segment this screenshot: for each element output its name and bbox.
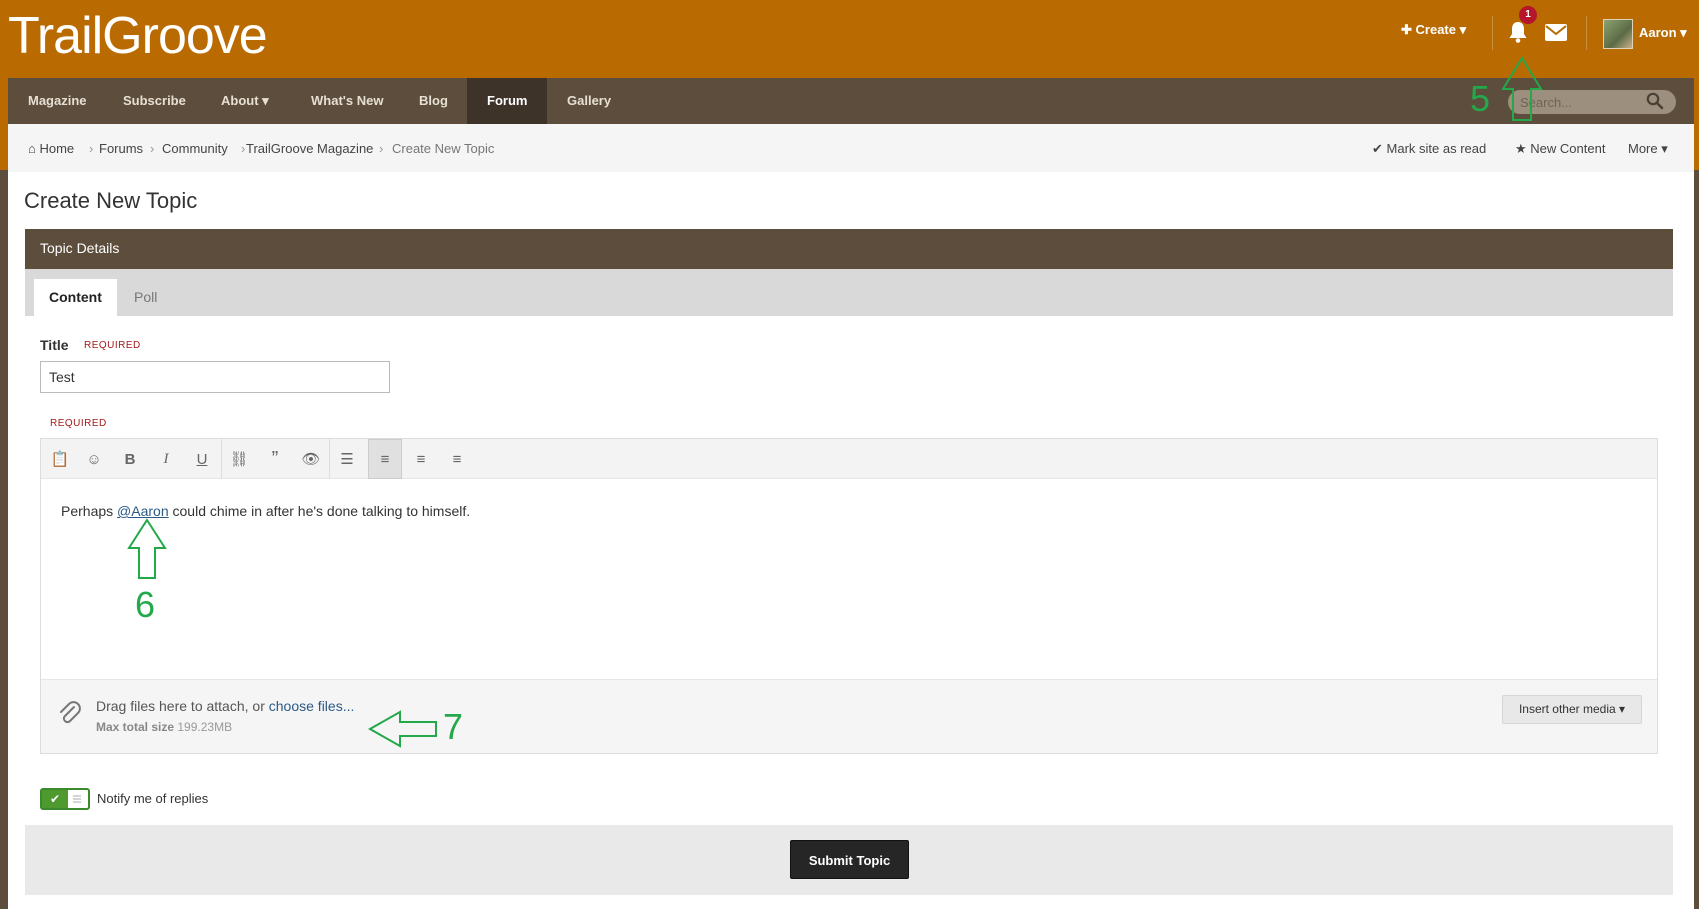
chevron-right-icon: › <box>379 141 384 156</box>
caret-down-icon: ▾ <box>258 93 269 108</box>
avatar[interactable] <box>1603 19 1633 49</box>
title-label: Title <box>40 337 69 353</box>
breadcrumb-home[interactable]: ⌂ Home <box>28 141 74 156</box>
main-nav: Magazine Subscribe About ▾ What's New Bl… <box>8 78 1694 124</box>
tab-bar: Content Poll <box>25 269 1673 316</box>
star-icon: ★ <box>1515 141 1531 156</box>
chevron-right-icon: › <box>150 141 155 156</box>
home-icon: ⌂ <box>28 141 40 156</box>
more-menu-button[interactable]: More ▾ <box>1628 141 1668 157</box>
editor-toolbar: 📋 ☺ B I U ⛓ ” 👁 ☰ ≡ ≡ ≡ <box>41 439 1657 479</box>
paperclip-icon <box>60 701 81 724</box>
quote-icon[interactable]: ” <box>258 439 292 479</box>
nav-item-forum[interactable]: Forum <box>467 78 548 124</box>
mark-site-read-label: Mark site as read <box>1386 141 1487 156</box>
attach-instructions: Drag files here to attach, or choose fil… <box>96 698 354 714</box>
create-label: Create <box>1415 22 1456 37</box>
editor-text-suffix: could chime in after he's done talking t… <box>168 503 471 519</box>
breadcrumb: ⌂ Home › Forums › Community › TrailGroov… <box>8 124 1694 172</box>
breadcrumb-forums[interactable]: Forums <box>99 141 143 156</box>
max-size-info: Max total size 199.23MB <box>96 720 232 734</box>
align-left-icon[interactable]: ≡ <box>368 439 402 479</box>
tab-content[interactable]: Content <box>34 279 117 316</box>
annotation-arrow-up-icon <box>127 518 167 579</box>
annotation-number-5: 5 <box>1470 78 1491 119</box>
emoji-icon[interactable]: ☺ <box>77 439 111 479</box>
more-label: More <box>1628 141 1658 156</box>
chevron-right-icon: › <box>241 141 246 156</box>
caret-down-icon: ▾ <box>1615 702 1626 716</box>
editor-text-prefix: Perhaps <box>61 503 118 519</box>
bullet-list-icon[interactable]: ☰ <box>330 439 364 479</box>
user-menu-button[interactable]: Aaron ▾ <box>1639 25 1687 41</box>
nav-item-whats-new[interactable]: What's New <box>291 78 403 124</box>
link-icon[interactable]: ⛓ <box>222 439 256 479</box>
header-divider <box>1586 16 1587 50</box>
nav-item-subscribe[interactable]: Subscribe <box>103 78 206 124</box>
new-content-label: New Content <box>1530 141 1606 156</box>
choose-files-link[interactable]: choose files... <box>269 698 355 714</box>
underline-icon[interactable]: U <box>185 439 219 479</box>
attach-text: Drag files here to attach, or <box>96 698 269 714</box>
tab-poll[interactable]: Poll <box>119 279 172 316</box>
italic-icon[interactable]: I <box>149 439 183 479</box>
page-title: Create New Topic <box>24 188 198 213</box>
mark-site-read-link[interactable]: ✔ Mark site as read <box>1372 141 1486 157</box>
bold-icon[interactable]: B <box>113 439 147 479</box>
nav-item-about[interactable]: About ▾ <box>201 78 289 124</box>
submit-topic-button[interactable]: Submit Topic <box>790 840 909 879</box>
preview-eye-icon[interactable]: 👁 <box>294 439 328 479</box>
user-mention-link[interactable]: @Aaron <box>117 503 169 519</box>
annotation-number-6: 6 <box>135 584 156 625</box>
header-divider <box>1492 16 1493 50</box>
create-menu-button[interactable]: ✚ Create ▾ <box>1401 22 1466 38</box>
search-icon[interactable] <box>1646 92 1664 110</box>
envelope-icon[interactable] <box>1545 24 1567 41</box>
content-editor[interactable]: 📋 ☺ B I U ⛓ ” 👁 ☰ ≡ ≡ ≡ Perhaps @Aaron c… <box>40 438 1658 754</box>
panel-header: Topic Details <box>25 229 1673 269</box>
insert-media-button[interactable]: Insert other media ▾ <box>1502 695 1642 724</box>
nav-item-about-label: About <box>221 93 259 108</box>
title-input[interactable] <box>40 361 390 393</box>
required-tag: REQUIRED <box>50 418 107 429</box>
user-name-label: Aaron <box>1639 25 1677 40</box>
check-icon: ✔ <box>1372 141 1387 156</box>
insert-media-label: Insert other media <box>1518 702 1616 716</box>
attachment-area[interactable]: Drag files here to attach, or choose fil… <box>41 679 1657 753</box>
max-size-value: 199.23MB <box>177 720 233 734</box>
annotation-arrow-up-icon <box>1501 56 1543 121</box>
toggle-handle-icon <box>73 795 81 803</box>
plus-icon: ✚ <box>1401 22 1416 37</box>
nav-item-blog[interactable]: Blog <box>399 78 468 124</box>
paste-icon[interactable]: 📋 <box>43 439 77 479</box>
align-right-icon[interactable]: ≡ <box>440 439 474 479</box>
annotation-arrow-left-icon <box>367 710 437 748</box>
nav-item-gallery[interactable]: Gallery <box>547 78 631 124</box>
nav-item-magazine[interactable]: Magazine <box>8 78 107 124</box>
breadcrumb-home-label: Home <box>39 141 75 156</box>
check-icon: ✔ <box>42 790 68 808</box>
align-center-icon[interactable]: ≡ <box>404 439 438 479</box>
required-tag: REQUIRED <box>84 340 141 351</box>
chevron-right-icon: › <box>89 141 94 156</box>
caret-down-icon: ▾ <box>1657 141 1668 156</box>
caret-down-icon: ▾ <box>1676 25 1687 40</box>
annotation-number-7: 7 <box>443 706 464 747</box>
breadcrumb-current: Create New Topic <box>392 141 495 156</box>
breadcrumb-trailgroove-magazine[interactable]: TrailGroove Magazine <box>246 141 373 156</box>
max-size-label: Max total size <box>96 720 175 734</box>
breadcrumb-community[interactable]: Community <box>162 141 228 156</box>
notify-toggle[interactable]: ✔ <box>40 788 90 810</box>
notify-label: Notify me of replies <box>97 791 209 806</box>
notification-badge: 1 <box>1519 6 1537 24</box>
site-logo[interactable]: TrailGroove <box>8 4 268 68</box>
caret-down-icon: ▾ <box>1455 22 1467 37</box>
new-content-link[interactable]: ★ New Content <box>1515 141 1605 157</box>
editor-body-text[interactable]: Perhaps @Aaron could chime in after he's… <box>61 503 470 519</box>
